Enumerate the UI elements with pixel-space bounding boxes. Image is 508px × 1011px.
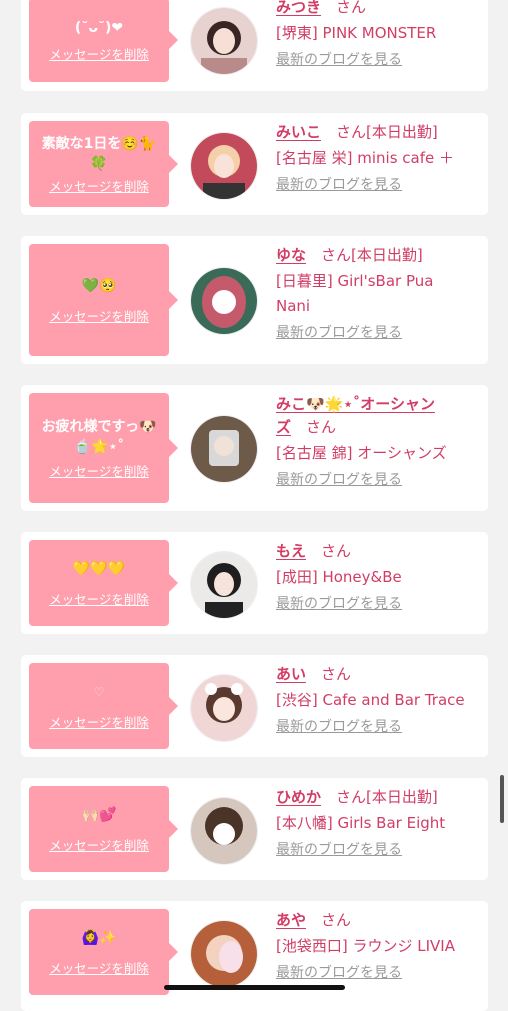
message-text: お疲れ様ですっ🐶: [41, 418, 157, 435]
shop-name: [名古屋 錦] オーシャンズ: [276, 444, 447, 462]
latest-blog-link[interactable]: 最新のブログを見る: [276, 840, 481, 860]
shop-name: [本八幡] Girls Bar Eight: [276, 814, 446, 832]
avatar[interactable]: [190, 132, 258, 200]
cast-name-link[interactable]: ひめか: [276, 788, 321, 806]
shop-name: [堺東] PINK MONSTER: [276, 24, 437, 42]
cast-name-link-line2[interactable]: ズ: [276, 418, 291, 436]
latest-blog-link[interactable]: 最新のブログを見る: [276, 594, 481, 614]
message-text: 🙌🏻💕: [81, 806, 117, 823]
cast-info: みいこ さん[本日出勤] [名古屋 栄] minis cafe ＋ 最新のブログ…: [276, 121, 481, 195]
message-bubble: お疲れ様ですっ🐶 🍵🌟⋆˚ メッセージを削除: [29, 393, 178, 503]
message-card: お疲れ様ですっ🐶 🍵🌟⋆˚ メッセージを削除 みこ🐶🌟⋆˚オーシャン ズ さん …: [21, 385, 488, 511]
avatar[interactable]: [190, 7, 258, 75]
delete-message-link[interactable]: メッセージを削除: [49, 176, 149, 195]
cast-info: もえ さん [成田] Honey&Be 最新のブログを見る: [276, 540, 481, 614]
cast-suffix: さん: [336, 0, 367, 16]
cast-name-link[interactable]: みつき: [276, 0, 321, 16]
message-text: 💛💛💛: [72, 560, 126, 577]
message-card: ♡ メッセージを削除 あい さん [渋谷] Cafe and Bar Trace…: [21, 655, 488, 757]
delete-message-link[interactable]: メッセージを削除: [49, 589, 149, 608]
cast-info: ゆな さん[本日出勤] [日暮里] Girl'sBar Pua Nani 最新の…: [276, 244, 481, 343]
cast-name-link[interactable]: ゆな: [276, 246, 306, 264]
message-text-line2: 🍵🌟⋆˚: [73, 438, 125, 455]
cast-suffix: さん: [306, 418, 337, 436]
message-bubble: (˘ᴗ˘)❤ メッセージを削除: [29, 0, 178, 82]
message-text: 素敵な1日を☺️🐈: [41, 135, 157, 152]
scrollbar[interactable]: [500, 775, 504, 823]
message-card: 🙆‍♀️✨ メッセージを削除 あや さん [池袋西口] ラウンジ LIVIA 最…: [21, 901, 488, 1011]
message-card: 💚🥺 メッセージを削除 ゆな さん[本日出勤] [日暮里] Girl'sBar …: [21, 236, 488, 364]
cast-info: みつき さん [堺東] PINK MONSTER 最新のブログを見る: [276, 0, 481, 70]
shop-name: [成田] Honey&Be: [276, 568, 402, 586]
delete-message-link[interactable]: メッセージを削除: [49, 44, 149, 63]
message-bubble: 💚🥺 メッセージを削除: [29, 244, 178, 356]
cast-suffix: さん: [321, 665, 352, 683]
avatar[interactable]: [190, 551, 258, 619]
shop-name: [池袋西口] ラウンジ LIVIA: [276, 937, 455, 955]
delete-message-link[interactable]: メッセージを削除: [49, 306, 149, 325]
message-card: 💛💛💛 メッセージを削除 もえ さん [成田] Honey&Be 最新のブログを…: [21, 532, 488, 634]
cast-info: みこ🐶🌟⋆˚オーシャン ズ さん [名古屋 錦] オーシャンズ 最新のブログを見…: [276, 393, 481, 490]
latest-blog-link[interactable]: 最新のブログを見る: [276, 175, 481, 195]
cast-name-link[interactable]: もえ: [276, 542, 306, 560]
avatar[interactable]: [190, 674, 258, 742]
message-text: ♡: [93, 684, 105, 699]
avatar[interactable]: [190, 267, 258, 335]
message-bubble: 💛💛💛 メッセージを削除: [29, 540, 178, 626]
delete-message-link[interactable]: メッセージを削除: [49, 835, 149, 854]
message-card: (˘ᴗ˘)❤ メッセージを削除 みつき さん [堺東] PINK MONSTER…: [21, 0, 488, 91]
latest-blog-link[interactable]: 最新のブログを見る: [276, 717, 481, 737]
cast-suffix: さん[本日出勤]: [336, 123, 438, 141]
cast-name-link[interactable]: みいこ: [276, 123, 321, 141]
shop-name: [日暮里] Girl'sBar Pua: [276, 272, 434, 290]
avatar[interactable]: [190, 415, 258, 483]
message-text: 💚🥺: [81, 277, 117, 294]
message-bubble: 素敵な1日を☺️🐈 🍀 メッセージを削除: [29, 121, 178, 207]
message-text-line2: 🍀: [90, 155, 108, 172]
delete-message-link[interactable]: メッセージを削除: [49, 461, 149, 480]
shop-name-line2: Nani: [276, 297, 311, 315]
message-bubble: 🙌🏻💕 メッセージを削除: [29, 786, 178, 872]
latest-blog-link[interactable]: 最新のブログを見る: [276, 50, 481, 70]
avatar[interactable]: [190, 920, 258, 988]
latest-blog-link[interactable]: 最新のブログを見る: [276, 470, 481, 490]
message-text: 🙆‍♀️✨: [81, 929, 117, 946]
shop-name: [名古屋 栄] minis cafe ＋: [276, 149, 454, 167]
message-bubble: 🙆‍♀️✨ メッセージを削除: [29, 909, 178, 995]
home-indicator[interactable]: [164, 985, 345, 990]
latest-blog-link[interactable]: 最新のブログを見る: [276, 323, 481, 343]
message-bubble: ♡ メッセージを削除: [29, 663, 178, 749]
cast-suffix: さん: [321, 911, 352, 929]
cast-info: ひめか さん[本日出勤] [本八幡] Girls Bar Eight 最新のブロ…: [276, 786, 481, 860]
cast-suffix: さん: [321, 542, 352, 560]
cast-suffix: さん[本日出勤]: [336, 788, 438, 806]
delete-message-link[interactable]: メッセージを削除: [49, 958, 149, 977]
delete-message-link[interactable]: メッセージを削除: [49, 712, 149, 731]
cast-suffix: さん[本日出勤]: [321, 246, 423, 264]
shop-name: [渋谷] Cafe and Bar Trace: [276, 691, 465, 709]
avatar[interactable]: [190, 797, 258, 865]
latest-blog-link[interactable]: 最新のブログを見る: [276, 963, 481, 983]
message-card: 🙌🏻💕 メッセージを削除 ひめか さん[本日出勤] [本八幡] Girls Ba…: [21, 778, 488, 880]
message-card: 素敵な1日を☺️🐈 🍀 メッセージを削除 みいこ さん[本日出勤] [名古屋 栄…: [21, 113, 488, 215]
cast-info: あや さん [池袋西口] ラウンジ LIVIA 最新のブログを見る: [276, 909, 481, 983]
cast-name-link[interactable]: あい: [276, 665, 306, 683]
message-text: (˘ᴗ˘)❤: [74, 19, 124, 36]
cast-info: あい さん [渋谷] Cafe and Bar Trace 最新のブログを見る: [276, 663, 481, 737]
cast-name-link[interactable]: あや: [276, 911, 306, 929]
cast-name-link[interactable]: みこ🐶🌟⋆˚オーシャン: [276, 395, 435, 413]
